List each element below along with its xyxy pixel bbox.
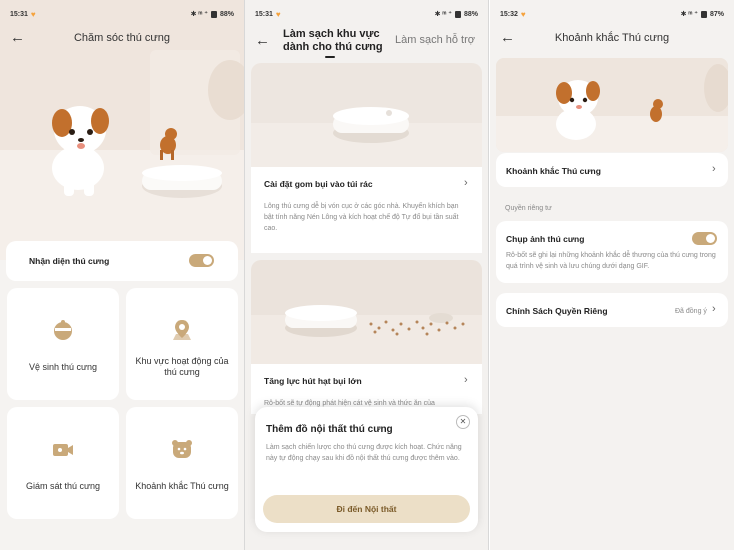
status-indicators: ✱ ᵐ ⁺ bbox=[434, 11, 452, 18]
header: ← Khoảnh khắc Thú cưng bbox=[490, 26, 734, 50]
pet-care-screen: 15:31 ♥ ✱ ᵐ ⁺ 88% ← Chăm sóc thú cưng Nhận… bbox=[0, 0, 244, 550]
battery-icon bbox=[700, 10, 707, 18]
feature-description: Lông thú cưng dễ bị vón cục ở các góc nh… bbox=[264, 203, 459, 232]
header: ← Chăm sóc thú cưng bbox=[0, 26, 244, 50]
pet-moments-row[interactable]: Khoảnh khắc Thú cưng › bbox=[496, 153, 728, 187]
page-title: Khoảnh khắc Thú cưng bbox=[554, 32, 670, 44]
pet-photo-label: Chụp ảnh thú cưng bbox=[506, 234, 585, 244]
tab-underline bbox=[325, 56, 335, 58]
battery-level: 88% bbox=[463, 10, 478, 18]
pet-recognition-toggle[interactable] bbox=[189, 254, 214, 267]
pet-recognition-row: Nhận diện thú cưng bbox=[6, 241, 238, 281]
popup-description: Làm sạch chiến lược cho thú cưng được kí… bbox=[266, 444, 462, 462]
tile-label: Giám sát thú cưng bbox=[25, 481, 101, 491]
tab-bar: ← Làm sạch khu vực dành cho thú cưng Làm… bbox=[245, 26, 488, 58]
battery-level: 88% bbox=[219, 10, 234, 18]
status-time: 15:31 bbox=[10, 10, 28, 18]
battery-level: 87% bbox=[709, 10, 724, 18]
panel-divider bbox=[488, 0, 489, 550]
back-arrow-icon[interactable]: ← bbox=[10, 29, 28, 47]
pet-cleaning-icon bbox=[54, 320, 72, 340]
dust-bag-feature-image bbox=[251, 63, 482, 167]
pet-photo-toggle[interactable] bbox=[692, 232, 717, 245]
privacy-policy-status: Đã đồng ý bbox=[675, 308, 707, 315]
pet-moments-screen: 15:32 ♥ ✱ ᵐ ⁺ 87% ← Khoảnh khắc Thú cưng K… bbox=[490, 0, 734, 550]
status-time: 15:32 bbox=[500, 10, 518, 18]
tile-label: Khu vực hoạt động của thú cưng bbox=[135, 356, 229, 377]
tile-label: Vệ sinh thú cưng bbox=[28, 362, 98, 372]
privacy-policy-row[interactable]: Chính Sách Quyền Riêng Đã đồng ý › bbox=[496, 293, 728, 327]
chevron-right-icon: › bbox=[712, 303, 716, 315]
tab-pet-area-cleaning[interactable]: Làm sạch khu vực dành cho thú cưng bbox=[283, 28, 388, 54]
status-indicators: ✱ ᵐ ⁺ bbox=[680, 11, 698, 18]
tile-pet-moments[interactable]: Khoảnh khắc Thú cưng bbox=[126, 407, 238, 519]
tile-label: Khoảnh khắc Thú cưng bbox=[135, 481, 229, 491]
popup-title: Thêm đồ nội thất thú cưng bbox=[266, 424, 393, 435]
tab-assist-cleaning[interactable]: Làm sạch hỗ trợ bbox=[395, 34, 475, 46]
go-to-furniture-button[interactable]: Đi đến Nội thất bbox=[263, 495, 470, 523]
chevron-right-icon: › bbox=[712, 163, 716, 175]
back-arrow-icon[interactable]: ← bbox=[255, 32, 273, 50]
status-bar: 15:32 ♥ ✱ ᵐ ⁺ 87% bbox=[490, 0, 734, 28]
feature-title: Cài đặt gom bụi vào túi rác bbox=[264, 179, 373, 189]
battery-icon bbox=[454, 10, 461, 18]
battery-icon bbox=[210, 10, 217, 18]
chevron-right-icon[interactable]: › bbox=[464, 177, 468, 189]
tile-pet-monitoring[interactable]: Giám sát thú cưng bbox=[7, 407, 119, 519]
status-bar: 15:31 ♥ ✱ ᵐ ⁺ 88% bbox=[0, 0, 244, 28]
add-pet-furniture-popup: Thêm đồ nội thất thú cưng ✕ Làm sạch chi… bbox=[255, 407, 478, 532]
pet-photo-setting: Chụp ảnh thú cưng Rô-bốt sẽ ghi lại nhữn… bbox=[496, 221, 728, 283]
feature-title: Tăng lực hút hạt bụi lớn bbox=[264, 376, 362, 386]
pet-photo-description: Rô-bốt sẽ ghi lại những khoảnh khắc dễ t… bbox=[506, 252, 716, 270]
back-arrow-icon[interactable]: ← bbox=[500, 29, 518, 47]
tile-pet-cleaning[interactable]: Vệ sinh thú cưng bbox=[7, 288, 119, 400]
location-pin-icon bbox=[173, 320, 191, 340]
pet-area-cleaning-screen: 15:31 ♥ ✱ ᵐ ⁺ 88% ← Làm sạch khu vực dành … bbox=[245, 0, 488, 550]
large-debris-feature-image bbox=[251, 260, 482, 364]
status-indicators: ✱ ᵐ ⁺ bbox=[190, 11, 208, 18]
chevron-right-icon[interactable]: › bbox=[464, 374, 468, 386]
heart-icon: ♥ bbox=[520, 9, 526, 19]
privacy-section-label: Quyền riêng tư bbox=[505, 205, 552, 212]
video-camera-icon bbox=[53, 444, 73, 456]
status-time: 15:31 bbox=[255, 10, 273, 18]
privacy-policy-label: Chính Sách Quyền Riêng bbox=[506, 306, 608, 316]
pet-recognition-label: Nhận diện thú cưng bbox=[29, 256, 110, 266]
dust-bag-feature-card: Cài đặt gom bụi vào túi rác › Lông thú c… bbox=[251, 167, 482, 253]
heart-icon: ♥ bbox=[30, 9, 36, 19]
heart-icon: ♥ bbox=[275, 9, 281, 19]
tile-pet-activity-area[interactable]: Khu vực hoạt động của thú cưng bbox=[126, 288, 238, 400]
pet-face-icon bbox=[172, 440, 192, 458]
page-title: Chăm sóc thú cưng bbox=[73, 32, 171, 44]
status-bar: 15:31 ♥ ✱ ᵐ ⁺ 88% bbox=[245, 0, 488, 28]
pet-moments-label: Khoảnh khắc Thú cưng bbox=[506, 166, 601, 176]
pet-moments-hero-image bbox=[496, 58, 728, 152]
close-icon[interactable]: ✕ bbox=[456, 415, 470, 429]
